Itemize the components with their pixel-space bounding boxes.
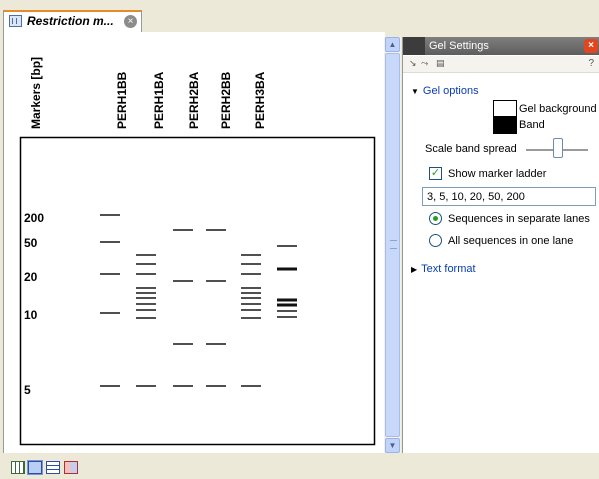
arrows-icon[interactable]: ⤳ bbox=[421, 58, 428, 69]
gel-band bbox=[206, 280, 226, 282]
band-color-swatch[interactable] bbox=[493, 117, 517, 134]
gel-settings-panel: Gel Settings × ↘ ⤳ ▤ ? ▼ Gel options Gel … bbox=[402, 37, 599, 453]
gel-band bbox=[277, 298, 297, 302]
marker-tick-label: 10 bbox=[24, 308, 38, 322]
gel-band bbox=[241, 385, 261, 387]
show-marker-ladder-label: Show marker ladder bbox=[448, 168, 547, 180]
gel-band bbox=[136, 385, 156, 387]
lane-label: PERH1BB bbox=[115, 71, 129, 129]
show-marker-ladder-checkbox[interactable]: ✓ bbox=[429, 167, 442, 180]
lane-labels: PERH1BB PERH1BA PERH2BA PERH2BB PERH3BA bbox=[115, 71, 267, 129]
scale-band-spread-slider-thumb[interactable] bbox=[553, 138, 563, 158]
tab-title: Restriction m... bbox=[27, 14, 114, 28]
gel-band bbox=[241, 287, 261, 289]
gel-band bbox=[173, 280, 193, 282]
text-format-section-toggle[interactable]: ▶ Text format bbox=[411, 263, 476, 275]
gel-band bbox=[136, 254, 156, 256]
lane-label: PERH2BA bbox=[187, 71, 201, 129]
vertical-scrollbar[interactable]: ▲ ▼ bbox=[384, 37, 401, 453]
gel-band bbox=[100, 312, 120, 314]
marker-tick-label: 20 bbox=[24, 270, 38, 284]
gel-band bbox=[100, 385, 120, 387]
scale-band-spread-label: Scale band spread bbox=[425, 143, 517, 155]
gel-band bbox=[136, 287, 156, 289]
gel-band bbox=[277, 245, 297, 247]
gel-band bbox=[136, 292, 156, 294]
gel-frame bbox=[19, 136, 376, 446]
gel-view-icon[interactable] bbox=[27, 460, 43, 475]
panel-title: Gel Settings bbox=[429, 40, 489, 52]
scroll-thumb[interactable] bbox=[385, 53, 400, 437]
gel-band bbox=[241, 309, 261, 311]
marker-ladder-label: Markers [bp] bbox=[29, 57, 43, 129]
gel-band bbox=[277, 267, 297, 271]
gel-band bbox=[277, 316, 297, 318]
band-label: Band bbox=[519, 119, 545, 131]
gel-band bbox=[136, 317, 156, 319]
bottom-view-toolbar bbox=[0, 453, 599, 479]
gel-view: Markers [bp] PERH1BB PERH1BA PERH2BA PERH2B… bbox=[3, 32, 385, 453]
panel-header: Gel Settings × bbox=[403, 37, 599, 55]
gel-background-label: Gel background bbox=[519, 103, 597, 115]
gel-band bbox=[277, 310, 297, 312]
one-lane-label: All sequences in one lane bbox=[448, 235, 574, 247]
gel-band bbox=[241, 317, 261, 319]
gel-band bbox=[206, 229, 226, 231]
tab-strip: Restriction m... × bbox=[0, 0, 599, 32]
gel-band bbox=[241, 254, 261, 256]
grip-icon bbox=[390, 240, 397, 249]
table-view-icon bbox=[9, 15, 22, 27]
gel-band bbox=[241, 292, 261, 294]
panel-header-handle[interactable] bbox=[403, 37, 425, 55]
separate-lanes-label: Sequences in separate lanes bbox=[448, 213, 590, 225]
tab-restriction-map[interactable]: Restriction m... × bbox=[3, 10, 142, 32]
table-view-icon[interactable] bbox=[46, 461, 60, 474]
one-lane-radio[interactable] bbox=[429, 234, 442, 247]
history-book-icon[interactable] bbox=[64, 461, 78, 474]
graphical-view-icon[interactable] bbox=[11, 461, 25, 474]
gel-band bbox=[100, 241, 120, 243]
marker-tick-label: 200 bbox=[24, 211, 44, 225]
lane-label: PERH3BA bbox=[253, 71, 267, 129]
gel-band bbox=[136, 297, 156, 299]
gel-background-color-swatch[interactable] bbox=[493, 100, 517, 117]
close-panel-icon[interactable]: × bbox=[584, 39, 598, 53]
separate-lanes-radio[interactable] bbox=[429, 212, 442, 225]
gel-band bbox=[277, 303, 297, 307]
gel-band bbox=[173, 385, 193, 387]
gel-band bbox=[173, 229, 193, 231]
expanded-triangle-icon: ▼ bbox=[411, 87, 419, 96]
lane-label: PERH2BB bbox=[219, 71, 233, 129]
lane-label: PERH1BA bbox=[152, 71, 166, 129]
gel-band bbox=[241, 273, 261, 275]
marker-tick-label: 5 bbox=[24, 383, 31, 397]
help-icon[interactable]: ? bbox=[588, 58, 594, 69]
gel-band bbox=[100, 273, 120, 275]
gel-band bbox=[136, 263, 156, 265]
save-settings-icon[interactable]: ▤ bbox=[436, 58, 445, 69]
gel-band bbox=[241, 297, 261, 299]
arrow-icon[interactable]: ↘ bbox=[409, 58, 417, 69]
gel-band bbox=[241, 303, 261, 305]
marker-ladder-input[interactable] bbox=[422, 187, 596, 206]
gel-band bbox=[136, 309, 156, 311]
gel-band bbox=[206, 385, 226, 387]
marker-tick-label: 50 bbox=[24, 236, 38, 250]
close-tab-icon[interactable]: × bbox=[124, 15, 137, 28]
gel-band bbox=[136, 303, 156, 305]
gel-band bbox=[206, 343, 226, 345]
collapsed-triangle-icon: ▶ bbox=[411, 265, 418, 274]
gel-options-section-toggle[interactable]: ▼ Gel options bbox=[411, 85, 479, 97]
gel-options-label: Gel options bbox=[422, 85, 479, 97]
gel-band bbox=[100, 214, 120, 216]
gel-band bbox=[173, 343, 193, 345]
scroll-up-button[interactable]: ▲ bbox=[385, 37, 400, 52]
scroll-down-button[interactable]: ▼ bbox=[385, 438, 400, 453]
gel-band bbox=[241, 263, 261, 265]
text-format-label: Text format bbox=[421, 263, 476, 275]
panel-toolbar: ↘ ⤳ ▤ ? bbox=[403, 56, 599, 73]
gel-band bbox=[136, 273, 156, 275]
